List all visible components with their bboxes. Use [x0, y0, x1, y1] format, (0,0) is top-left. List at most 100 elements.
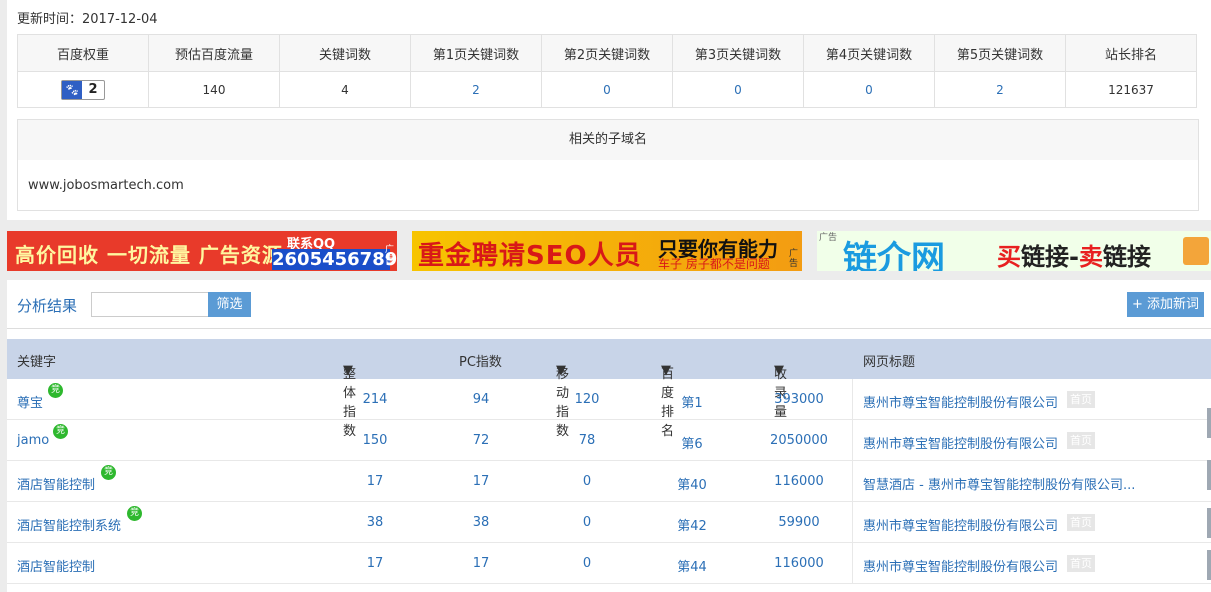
keyword-link[interactable]: 酒店智能控制系统 [17, 515, 121, 534]
home-tag: 首页 [1067, 391, 1095, 408]
stats-value-link[interactable]: 0 [803, 71, 935, 108]
keyword-link[interactable]: 酒店智能控制 [17, 556, 95, 575]
pc-index[interactable]: 72 [441, 433, 521, 448]
ad-banner-seo-hiring[interactable]: 重金聘请SEO人员 只要你有能力 车子 房子都不是问题 广告 [412, 231, 802, 271]
analysis-title: 分析结果 [17, 297, 78, 315]
keyword-table-header: 关键字 整体指数 ▼ PC指数 移动指数 ▼ 百度排名 ▼ 收录量 ▼ 网页标题 [7, 339, 1211, 439]
bid-icon: 竞 [53, 424, 68, 439]
baidu-weight-badge[interactable]: 🐾︎ 2 [61, 79, 105, 100]
indexed-count[interactable]: 116000 [759, 474, 839, 489]
ad-mark: 广告 [385, 245, 395, 265]
col-keyword: 关键字 [17, 355, 57, 370]
page-title-link[interactable]: 惠州市尊宝智能控制股份有限公司 [863, 556, 1058, 575]
pc-index[interactable]: 94 [441, 392, 521, 407]
side-scroll-handle[interactable] [1207, 460, 1211, 490]
mobile-index[interactable]: 78 [547, 433, 627, 448]
mobile-index[interactable]: 0 [547, 474, 627, 489]
ad-banner-strip: 高价回收 一切流量 广告资源 联系QQ 2605456789 广告 重金聘请SE… [0, 220, 1211, 280]
indexed-count[interactable]: 393000 [759, 392, 839, 407]
ad-banner-text: 买链接-卖链接 [997, 243, 1151, 271]
pc-index[interactable]: 17 [441, 474, 521, 489]
pc-index[interactable]: 38 [441, 515, 521, 530]
indexed-count[interactable]: 59900 [759, 515, 839, 530]
page-title-link[interactable]: 惠州市尊宝智能控制股份有限公司 [863, 433, 1058, 452]
ad-mark: 广告 [819, 233, 838, 243]
col-pc-index[interactable]: PC指数 [459, 351, 502, 370]
keyword-link[interactable]: 尊宝 [17, 392, 43, 411]
overall-index[interactable]: 17 [335, 556, 415, 571]
ad-banner-text: 高价回收 一切流量 广告资源 [15, 243, 283, 267]
stats-value-row: 🐾︎ 2 140 4 2 0 0 0 2 121637 [17, 71, 1197, 108]
page-title-link[interactable]: 惠州市尊宝智能控制股份有限公司 [863, 515, 1058, 534]
stats-value: 4 [279, 71, 411, 108]
mobile-index[interactable]: 120 [547, 392, 627, 407]
side-scroll-handle[interactable] [1207, 550, 1211, 580]
baidu-paw-icon: 🐾︎ [62, 80, 82, 99]
table-row: 酒店智能控制 竞 17 17 0 第40 116000 智慧酒店 - 惠州市尊宝… [7, 461, 1211, 502]
stats-header: 预估百度流量 [148, 34, 280, 72]
mobile-index[interactable]: 0 [547, 556, 627, 571]
stats-header: 百度权重 [17, 34, 149, 72]
table-row: jamo 竞 150 72 78 第6 2050000 惠州市尊宝智能控制股份有… [7, 420, 1211, 461]
page-title-link[interactable]: 智慧酒店 - 惠州市尊宝智能控制股份有限公司... [863, 474, 1135, 493]
home-tag: 首页 [1067, 555, 1095, 572]
page-title-link[interactable]: 惠州市尊宝智能控制股份有限公司 [863, 392, 1058, 411]
table-row: 酒店智能控制 17 17 0 第44 116000 惠州市尊宝智能控制股份有限公… [7, 543, 1211, 584]
filter-button[interactable]: 筛选 [208, 292, 251, 317]
subdomain-item[interactable]: www.jobosmartech.com [18, 160, 1198, 211]
qq-number: 2605456789 [272, 249, 397, 270]
ad-banner-logo: 链介网 [843, 239, 945, 271]
stats-header: 第3页关键词数 [672, 34, 804, 72]
stats-value: 121637 [1065, 71, 1197, 108]
bid-icon: 竞 [48, 383, 63, 398]
subdomain-heading: 相关的子域名 [18, 120, 1198, 160]
home-tag: 首页 [1067, 514, 1095, 531]
baidu-rank[interactable]: 第1 [652, 392, 732, 411]
mobile-index[interactable]: 0 [547, 515, 627, 530]
overall-index[interactable]: 17 [335, 474, 415, 489]
bid-icon: 竞 [127, 506, 142, 521]
add-keyword-button[interactable]: + 添加新词 [1127, 292, 1204, 317]
subdomain-box: 相关的子域名 www.jobosmartech.com [17, 119, 1199, 211]
site-overview-panel: 更新时间：2017-12-04 百度权重 预估百度流量 关键词数 第1页关键词数… [7, 0, 1211, 220]
overall-index[interactable]: 214 [335, 392, 415, 407]
side-scroll-handle[interactable] [1207, 408, 1211, 438]
baidu-rank[interactable]: 第6 [652, 433, 732, 452]
stats-header-row: 百度权重 预估百度流量 关键词数 第1页关键词数 第2页关键词数 第3页关键词数… [17, 34, 1197, 72]
filter-input[interactable] [91, 292, 209, 317]
baidu-rank[interactable]: 第40 [652, 474, 732, 493]
overall-index[interactable]: 150 [335, 433, 415, 448]
indexed-count[interactable]: 116000 [759, 556, 839, 571]
overall-index[interactable]: 38 [335, 515, 415, 530]
pc-index[interactable]: 17 [441, 556, 521, 571]
update-time: 更新时间：2017-12-04 [17, 12, 158, 27]
keyword-link[interactable]: 酒店智能控制 [17, 474, 95, 493]
stats-value-link[interactable]: 0 [541, 71, 673, 108]
ad-decoration-icon [1183, 237, 1209, 265]
stats-value-link[interactable]: 2 [934, 71, 1066, 108]
keyword-link[interactable]: jamo [17, 433, 49, 448]
divider [7, 328, 1211, 329]
sort-caret-icon: ▼ [774, 363, 784, 378]
ad-banner-link-market[interactable]: 广告 链介网 买链接-卖链接 [817, 231, 1211, 271]
sort-caret-icon: ▼ [661, 363, 671, 378]
baidu-rank[interactable]: 第42 [652, 515, 732, 534]
baidu-rank[interactable]: 第44 [652, 556, 732, 575]
ad-banner-subtext: 车子 房子都不是问题 [658, 257, 770, 271]
stats-value-link[interactable]: 2 [410, 71, 542, 108]
stats-header: 第5页关键词数 [934, 34, 1066, 72]
indexed-count[interactable]: 2050000 [759, 433, 839, 448]
sort-caret-icon: ▼ [343, 363, 353, 378]
stats-header: 站长排名 [1065, 34, 1197, 72]
stats-header: 第2页关键词数 [541, 34, 673, 72]
stats-header: 第1页关键词数 [410, 34, 542, 72]
side-scroll-handle[interactable] [1207, 508, 1211, 538]
table-row: 尊宝 竞 214 94 120 第1 393000 惠州市尊宝智能控制股份有限公… [7, 379, 1211, 420]
ad-banner-title: 重金聘请SEO人员 [418, 241, 642, 271]
col-page-title: 网页标题 [863, 355, 916, 370]
ad-banner-traffic[interactable]: 高价回收 一切流量 广告资源 联系QQ 2605456789 广告 [7, 231, 397, 271]
stats-value: 140 [148, 71, 280, 108]
baidu-weight-cell: 🐾︎ 2 [17, 71, 149, 108]
table-row: 酒店智能控制系统 竞 38 38 0 第42 59900 惠州市尊宝智能控制股份… [7, 502, 1211, 543]
stats-value-link[interactable]: 0 [672, 71, 804, 108]
